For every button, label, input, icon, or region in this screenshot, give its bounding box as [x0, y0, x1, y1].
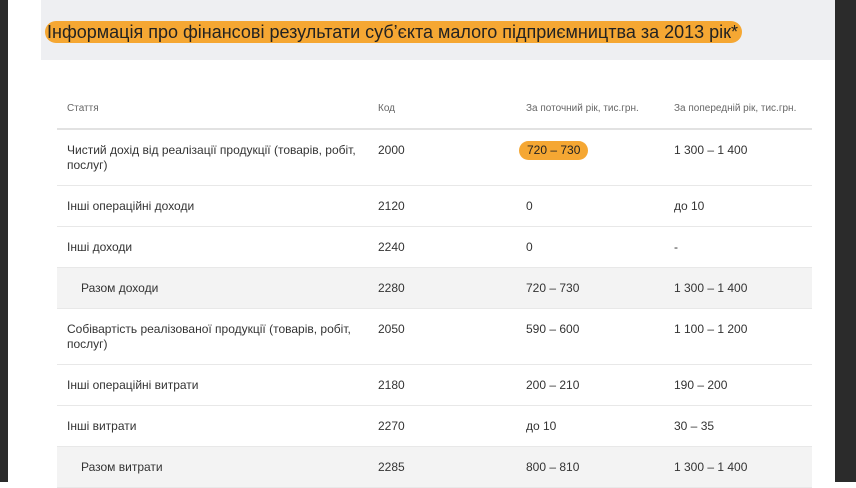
header-previous-year: За попередній рік, тис.грн. — [664, 88, 812, 130]
row-current: до 10 — [516, 405, 664, 447]
row-article: Інші операційні витрати — [57, 364, 368, 406]
row-article: Інші операційні доходи — [57, 185, 368, 227]
row-current: 720 – 730 — [516, 129, 664, 186]
document-area: Інформація про фінансові результати суб’… — [8, 0, 835, 488]
row-code: 2285 — [368, 446, 516, 488]
table-row: Інші операційні доходи 2120 0 до 10 — [57, 185, 812, 227]
row-previous: 1 300 – 1 400 — [664, 446, 812, 488]
row-code: 2270 — [368, 405, 516, 447]
row-previous: 1 300 – 1 400 — [664, 267, 812, 309]
header-code: Код — [368, 88, 516, 130]
row-article: Інші витрати — [57, 405, 368, 447]
table-row: Інші витрати 2270 до 10 30 – 35 — [57, 405, 812, 447]
table-row: Інші доходи 2240 0 - — [57, 226, 812, 268]
row-current: 0 — [516, 226, 664, 268]
row-previous: 190 – 200 — [664, 364, 812, 406]
header-article: Стаття — [57, 88, 368, 130]
row-previous: 1 100 – 1 200 — [664, 308, 812, 365]
financial-results-table: Стаття Код За поточний рік, тис.грн. За … — [57, 88, 812, 488]
row-article: Разом витрати — [57, 446, 368, 488]
row-previous: 30 – 35 — [664, 405, 812, 447]
row-article: Чистий дохід від реалізації продукції (т… — [57, 129, 368, 186]
row-current: 800 – 810 — [516, 446, 664, 488]
row-previous: 1 300 – 1 400 — [664, 129, 812, 186]
row-article: Разом доходи — [57, 267, 368, 309]
left-dark-edge — [0, 0, 8, 482]
row-article: Інші доходи — [57, 226, 368, 268]
row-code: 2050 — [368, 308, 516, 365]
table-row-total: Разом доходи 2280 720 – 730 1 300 – 1 40… — [57, 267, 812, 309]
row-current: 590 – 600 — [516, 308, 664, 365]
row-previous: до 10 — [664, 185, 812, 227]
table-row: Інші операційні витрати 2180 200 – 210 1… — [57, 364, 812, 406]
row-article: Собівартість реалізованої продукції (тов… — [57, 308, 368, 365]
row-previous: - — [664, 226, 812, 268]
row-code: 2120 — [368, 185, 516, 227]
table-row-total: Разом витрати 2285 800 – 810 1 300 – 1 4… — [57, 446, 812, 488]
row-current: 720 – 730 — [516, 267, 664, 309]
table-header-row: Стаття Код За поточний рік, тис.грн. За … — [57, 88, 812, 130]
header-current-year: За поточний рік, тис.грн. — [516, 88, 664, 130]
row-current: 200 – 210 — [516, 364, 664, 406]
table-row: Чистий дохід від реалізації продукції (т… — [57, 129, 812, 186]
right-dark-edge — [835, 0, 856, 482]
row-current: 0 — [516, 185, 664, 227]
row-code: 2240 — [368, 226, 516, 268]
highlighted-value: 720 – 730 — [519, 141, 589, 160]
table-row: Собівартість реалізованої продукції (тов… — [57, 308, 812, 365]
row-code: 2000 — [368, 129, 516, 186]
row-code: 2180 — [368, 364, 516, 406]
row-code: 2280 — [368, 267, 516, 309]
page-title: Інформація про фінансові результати суб’… — [45, 21, 743, 43]
